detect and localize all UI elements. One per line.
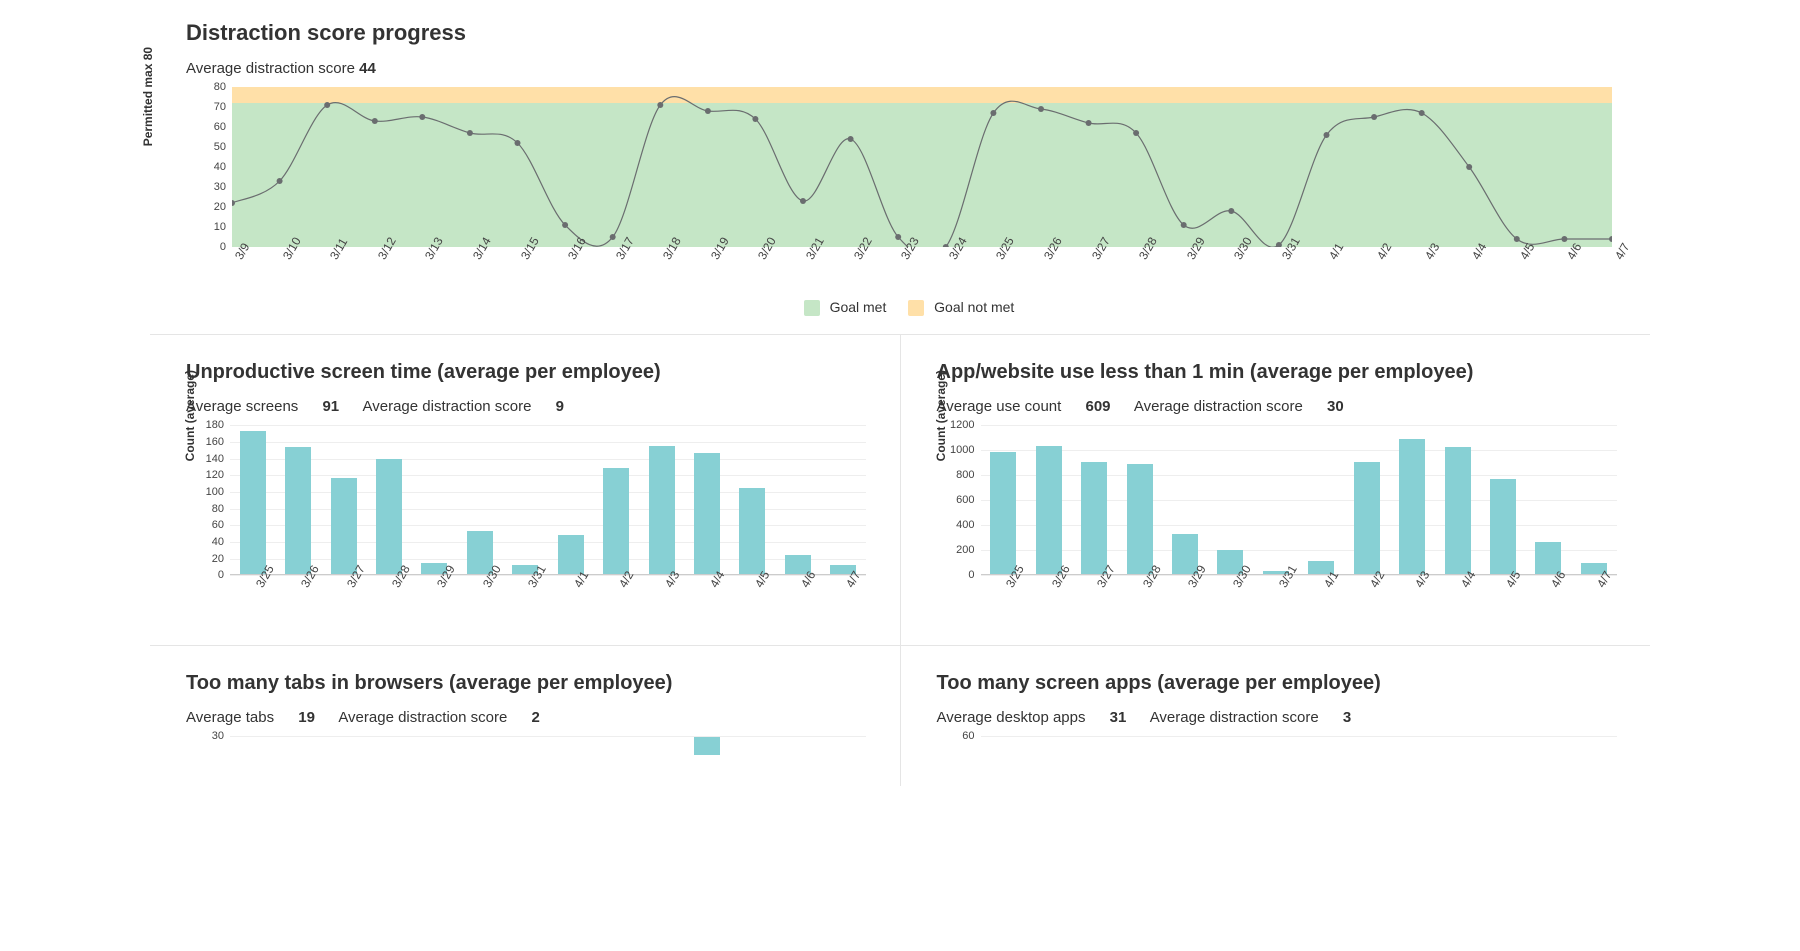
too-many-tabs-title: Too many tabs in browsers (average per e… <box>186 672 900 695</box>
ytick: 180 <box>206 419 224 431</box>
too-many-apps-chart: 60 <box>937 736 1617 756</box>
ytick: 600 <box>956 494 974 506</box>
too-many-apps-subtitle: Average desktop apps 31 Average distract… <box>937 709 1651 726</box>
bar <box>331 478 357 574</box>
bar <box>694 737 720 755</box>
bar <box>1490 479 1516 574</box>
ytick: 160 <box>206 436 224 448</box>
bar <box>1354 462 1380 574</box>
distraction-progress-legend: Goal met Goal not met <box>150 299 1650 316</box>
ytick: 0 <box>220 241 226 253</box>
app-use-subtitle: Average use count 609 Average distractio… <box>937 398 1651 415</box>
ytick: 400 <box>956 519 974 531</box>
bar <box>1399 439 1425 574</box>
xtick: 4/7 <box>1612 241 1632 262</box>
bar <box>990 452 1016 575</box>
too-many-tabs-panel: Too many tabs in browsers (average per e… <box>150 646 900 786</box>
legend-swatch-goal-not-met <box>908 300 924 316</box>
distraction-progress-subtitle: Average distraction score 44 <box>186 60 1650 77</box>
ytick: 30 <box>212 730 224 742</box>
unproductive-screen-time-subtitle: Average screens 91 Average distraction s… <box>186 398 900 415</box>
app-use-title: App/website use less than 1 min (average… <box>937 361 1651 384</box>
bar <box>1127 464 1153 574</box>
bar <box>739 488 765 575</box>
app-use-panel: App/website use less than 1 min (average… <box>900 335 1651 645</box>
ytick: 140 <box>206 453 224 465</box>
ytick: 0 <box>968 569 974 581</box>
distraction-progress-title: Distraction score progress <box>186 20 1650 46</box>
too-many-apps-panel: Too many screen apps (average per employ… <box>900 646 1651 786</box>
bar <box>603 468 629 575</box>
ytick: 100 <box>206 486 224 498</box>
bar <box>1036 446 1062 575</box>
unproductive-screen-time-title: Unproductive screen time (average per em… <box>186 361 900 384</box>
ytick: 50 <box>214 141 226 153</box>
ytick: 800 <box>956 469 974 481</box>
bar <box>240 431 266 574</box>
bar <box>1445 447 1471 575</box>
ytick: 80 <box>212 503 224 515</box>
ytick: 20 <box>212 553 224 565</box>
ytick: 60 <box>962 730 974 742</box>
ytick: 40 <box>212 536 224 548</box>
ytick: 1000 <box>950 444 974 456</box>
legend-swatch-goal-met <box>804 300 820 316</box>
ytick: 200 <box>956 544 974 556</box>
distraction-progress-yaxis-label: Permitted max 80 <box>141 47 155 146</box>
ytick: 0 <box>218 569 224 581</box>
bar <box>376 459 402 574</box>
bar <box>649 446 675 574</box>
ytick: 20 <box>214 201 226 213</box>
bar <box>694 453 720 574</box>
ytick: 80 <box>214 81 226 93</box>
ytick: 60 <box>214 121 226 133</box>
distraction-progress-chart: Permitted max 80 01020304050607080 3/93/… <box>186 87 1650 291</box>
unproductive-screen-time-chart: Count (average)020406080100120140160180 … <box>186 425 866 615</box>
ytick: 30 <box>214 181 226 193</box>
ytick: 10 <box>214 221 226 233</box>
bar <box>285 447 311 575</box>
too-many-tabs-subtitle: Average tabs 19 Average distraction scor… <box>186 709 900 726</box>
too-many-tabs-chart: 30 <box>186 736 866 756</box>
ytick: 40 <box>214 161 226 173</box>
too-many-apps-title: Too many screen apps (average per employ… <box>937 672 1651 695</box>
app-use-chart: Count (average)020040060080010001200 3/2… <box>937 425 1617 615</box>
unproductive-screen-time-panel: Unproductive screen time (average per em… <box>150 335 900 645</box>
ytick: 1200 <box>950 419 974 431</box>
bar <box>1081 462 1107 575</box>
ytick: 120 <box>206 469 224 481</box>
ytick: 70 <box>214 101 226 113</box>
ytick: 60 <box>212 519 224 531</box>
